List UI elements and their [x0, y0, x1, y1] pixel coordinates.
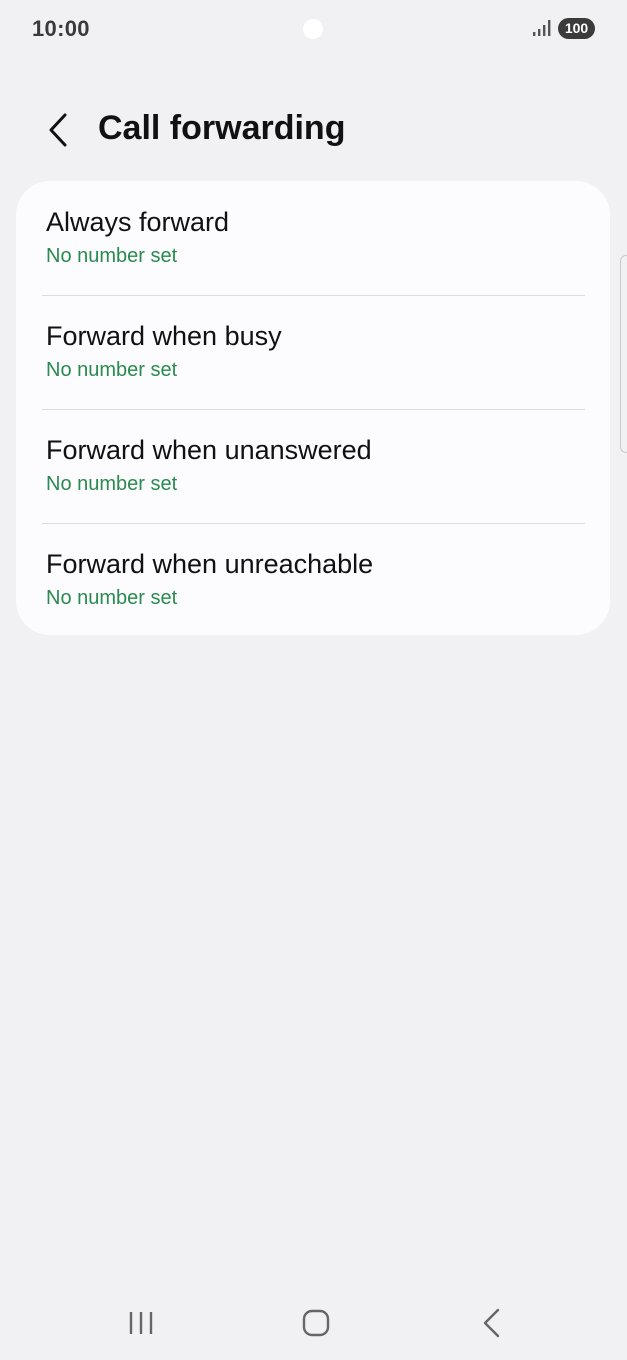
home-button[interactable] — [286, 1300, 346, 1346]
recent-apps-button[interactable] — [111, 1300, 171, 1346]
option-label: Forward when busy — [46, 321, 282, 351]
option-label: Forward when unanswered — [46, 435, 372, 465]
front-camera — [303, 19, 323, 39]
option-always-forward[interactable]: Always forward No number set — [16, 181, 610, 295]
option-forward-when-unreachable[interactable]: Forward when unreachable No number set — [16, 523, 610, 635]
chevron-left-icon — [49, 113, 67, 147]
page-title: Call forwarding — [98, 109, 346, 147]
app-header: Call forwarding — [0, 90, 627, 170]
status-time: 10:00 — [32, 16, 90, 41]
option-value: No number set — [46, 587, 178, 609]
option-forward-when-unanswered[interactable]: Forward when unanswered No number set — [16, 409, 610, 523]
option-value: No number set — [46, 359, 178, 381]
option-forward-when-busy[interactable]: Forward when busy No number set — [16, 295, 610, 409]
option-label: Always forward — [46, 207, 230, 237]
option-value: No number set — [46, 473, 178, 495]
recent-apps-icon — [129, 1312, 153, 1334]
option-label: Forward when unreachable — [46, 549, 374, 579]
signal-bars-icon — [533, 20, 551, 36]
home-icon — [302, 1309, 330, 1337]
status-bar: 10:00 100 — [0, 0, 627, 58]
scroll-handle[interactable] — [620, 255, 627, 453]
back-icon — [483, 1308, 500, 1338]
back-button[interactable] — [36, 108, 80, 152]
system-back-button[interactable] — [462, 1300, 522, 1346]
battery-level: 100 — [558, 18, 595, 39]
option-value: No number set — [46, 245, 178, 267]
forwarding-options-card: Always forward No number set Forward whe… — [16, 181, 610, 635]
navigation-bar — [0, 1290, 627, 1356]
